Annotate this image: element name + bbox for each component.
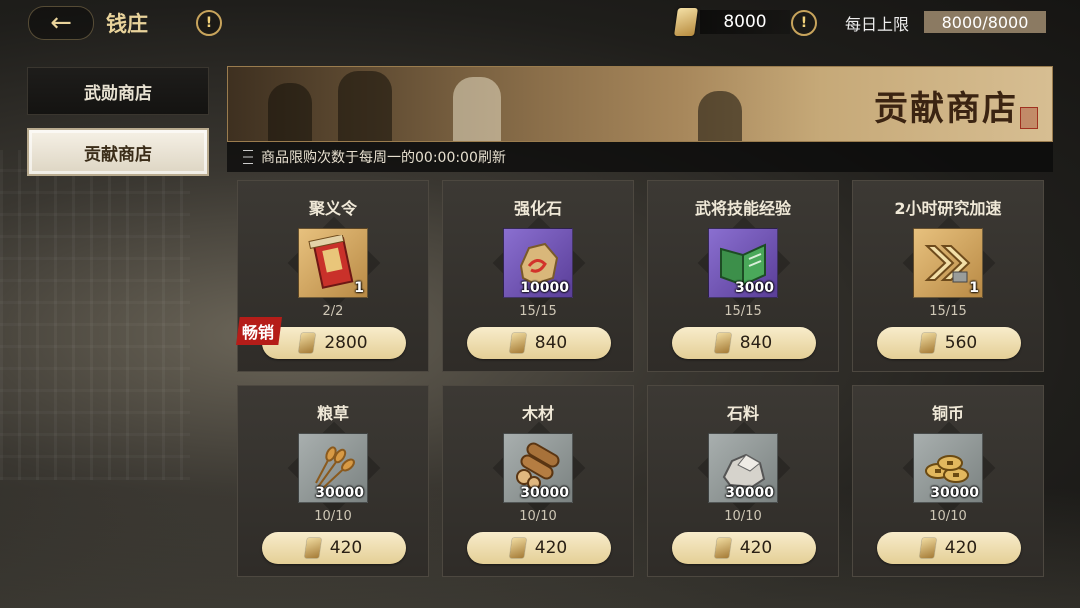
page-title: 钱庄 — [106, 12, 148, 36]
item-slot: 1 — [913, 228, 983, 298]
contribution-token-icon — [919, 538, 937, 558]
item-slot: 1 — [298, 228, 368, 298]
item-price: 420 — [944, 538, 978, 558]
shop-item-card[interactable]: 2小时研究加速 1 15/15 560 — [852, 180, 1044, 372]
item-count: 1 — [354, 280, 364, 296]
item-count: 3000 — [735, 280, 774, 296]
currency-info-icon[interactable]: ! — [791, 10, 817, 36]
contribution-token-icon — [674, 8, 698, 36]
daily-limit-label: 每日上限 — [845, 15, 910, 34]
banner-figure — [268, 83, 312, 141]
item-price: 560 — [944, 333, 978, 353]
item-price: 2800 — [324, 333, 368, 353]
item-price: 420 — [329, 538, 363, 558]
item-price: 420 — [534, 538, 568, 558]
speedup-icon — [924, 245, 971, 283]
tab-label: 贡献商店 — [84, 144, 152, 165]
item-name: 粮草 — [316, 404, 349, 423]
title-info-icon[interactable]: ! — [196, 10, 222, 36]
item-slot: 30000 — [298, 433, 368, 503]
background-lattice — [0, 150, 190, 480]
purchase-limit: 10/10 — [724, 509, 762, 524]
item-count: 10000 — [520, 280, 569, 296]
item-slot: 30000 — [503, 433, 573, 503]
contribution-token-icon — [509, 333, 527, 353]
banner-figure — [453, 77, 501, 141]
back-arrow-icon: ← — [50, 8, 72, 38]
item-slot: 10000 — [503, 228, 573, 298]
buy-button[interactable]: 840 — [672, 327, 816, 359]
shop-item-card[interactable]: 木材 30000 10/10 420 — [442, 385, 634, 577]
contribution-token-icon — [714, 333, 732, 353]
shop-banner: 贡献商店 — [227, 66, 1053, 142]
daily-limit-value: 8000/8000 — [924, 11, 1046, 33]
item-name: 2小时研究加速 — [894, 199, 1002, 218]
token-scroll-icon — [308, 235, 354, 289]
banner-figure — [338, 71, 392, 141]
item-name: 武将技能经验 — [694, 199, 791, 218]
buy-button[interactable]: 420 — [262, 532, 406, 564]
item-name: 强化石 — [513, 199, 562, 218]
shop-item-card[interactable]: 武将技能经验 3000 15/15 840 — [647, 180, 839, 372]
hourglass-icon — [243, 150, 253, 164]
top-bar: ← 钱庄 ! 8000 ! 每日上限 8000/8000 — [0, 0, 1080, 46]
buy-button[interactable]: 420 — [877, 532, 1021, 564]
currency-value: 8000 — [700, 10, 790, 34]
buy-button[interactable]: 420 — [672, 532, 816, 564]
item-name: 铜币 — [931, 404, 964, 423]
item-slot: 30000 — [708, 433, 778, 503]
contribution-token-icon — [304, 538, 322, 558]
tab-contribution-shop[interactable]: 贡献商店 — [27, 128, 209, 176]
shop-item-card[interactable]: 强化石 10000 15/15 840 — [442, 180, 634, 372]
purchase-limit: 2/2 — [322, 304, 344, 319]
purchase-limit: 10/10 — [519, 509, 557, 524]
purchase-limit: 10/10 — [314, 509, 352, 524]
item-count: 1 — [969, 280, 979, 296]
hot-sale-badge: 畅销 — [236, 317, 283, 345]
item-name: 石料 — [726, 404, 759, 423]
item-price: 420 — [739, 538, 773, 558]
contribution-token-icon — [298, 333, 316, 353]
item-name: 木材 — [521, 404, 554, 423]
refresh-notice: 商品限购次数于每周一的00:00:00刷新 — [227, 142, 1053, 172]
item-slot: 30000 — [913, 433, 983, 503]
item-count: 30000 — [520, 485, 569, 501]
buy-button[interactable]: 560 — [877, 327, 1021, 359]
back-button[interactable]: ← — [28, 6, 94, 40]
item-count: 30000 — [315, 485, 364, 501]
banner-figure — [698, 91, 742, 141]
item-count: 30000 — [930, 485, 979, 501]
contribution-token-icon — [509, 538, 527, 558]
tab-label: 武勋商店 — [84, 83, 152, 104]
purchase-limit: 15/15 — [929, 304, 967, 319]
shop-item-card[interactable]: 聚义令 1 2/2 畅销 2800 — [236, 180, 429, 372]
buy-button[interactable]: 420 — [467, 532, 611, 564]
shop-item-card[interactable]: 粮草 30000 10/10 420 — [237, 385, 429, 577]
item-price: 840 — [534, 333, 568, 353]
purchase-limit: 15/15 — [724, 304, 762, 319]
item-count: 30000 — [725, 485, 774, 501]
contribution-token-icon — [714, 538, 732, 558]
shop-item-card[interactable]: 铜币 30000 10/10 420 — [852, 385, 1044, 577]
purchase-limit: 10/10 — [929, 509, 967, 524]
purchase-limit: 15/15 — [519, 304, 557, 319]
seal-stamp — [1020, 107, 1038, 129]
item-slot: 3000 — [708, 228, 778, 298]
tab-merit-shop[interactable]: 武勋商店 — [27, 67, 209, 115]
item-price: 840 — [739, 333, 773, 353]
buy-button[interactable]: 840 — [467, 327, 611, 359]
notice-text: 商品限购次数于每周一的00:00:00刷新 — [261, 150, 506, 166]
banner-title: 贡献商店 — [874, 89, 1018, 129]
shop-item-card[interactable]: 石料 30000 10/10 420 — [647, 385, 839, 577]
item-name: 聚义令 — [308, 199, 357, 218]
buy-button[interactable]: 2800 — [262, 327, 406, 359]
contribution-token-icon — [919, 333, 937, 353]
